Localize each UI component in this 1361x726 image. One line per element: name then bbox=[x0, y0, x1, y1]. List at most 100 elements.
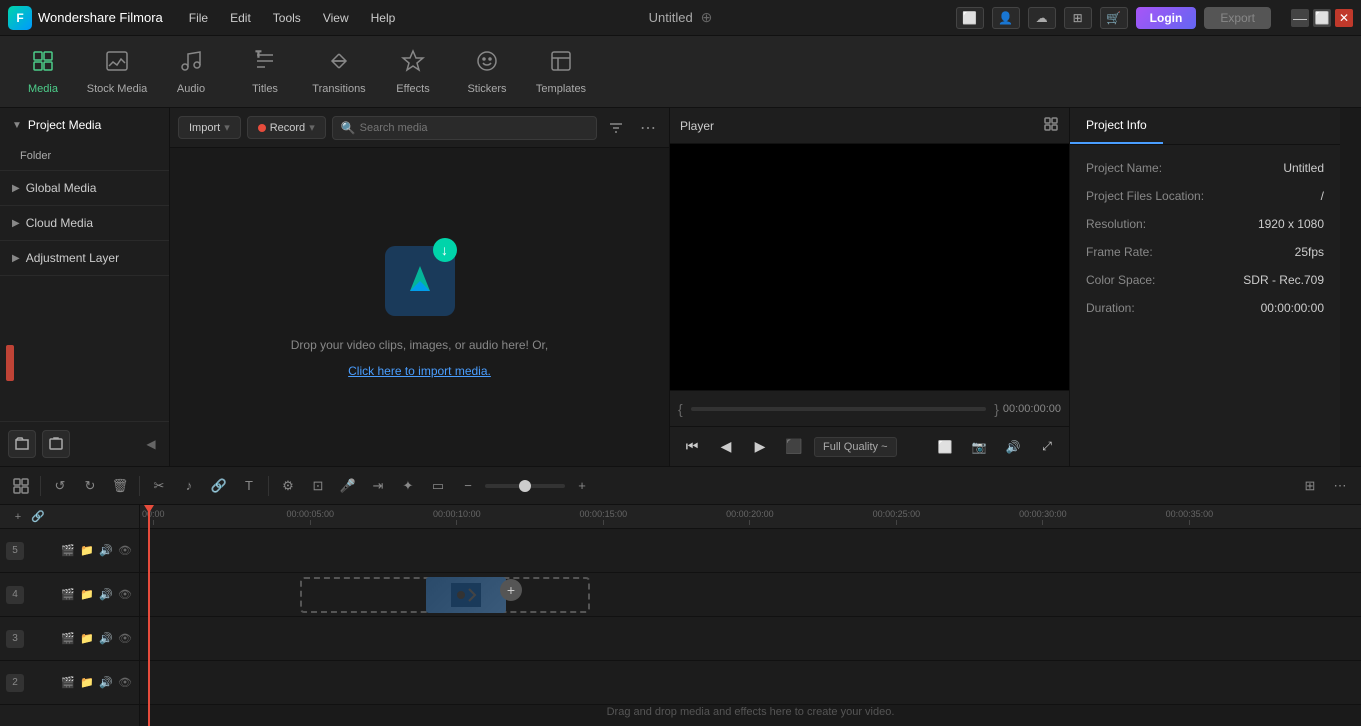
adjustment-layer-header[interactable]: ▶ Adjustment Layer bbox=[0, 241, 169, 275]
track-3-audio-icon[interactable]: 🔊 bbox=[98, 631, 114, 647]
cloud-icon[interactable]: ☁ bbox=[1028, 7, 1056, 29]
add-item-btn[interactable] bbox=[42, 430, 70, 458]
menu-edit[interactable]: Edit bbox=[220, 7, 261, 29]
volume-btn[interactable]: 🔊 bbox=[999, 433, 1027, 461]
cloud-media-header[interactable]: ▶ Cloud Media bbox=[0, 206, 169, 240]
drop-link[interactable]: Click here to import media. bbox=[348, 364, 491, 378]
menu-view[interactable]: View bbox=[313, 7, 359, 29]
track-5-folder-icon[interactable]: 📁 bbox=[79, 543, 95, 559]
toolbar-titles[interactable]: T Titles bbox=[230, 41, 300, 103]
tab-project-info[interactable]: Project Info bbox=[1070, 108, 1163, 144]
track-4-eye-icon[interactable]: 👁 bbox=[117, 587, 133, 603]
track-4-audio-icon[interactable]: 🔊 bbox=[98, 587, 114, 603]
track-5-eye-icon[interactable]: 👁 bbox=[117, 543, 133, 559]
close-button[interactable]: ✕ bbox=[1335, 9, 1353, 27]
media-clip[interactable] bbox=[426, 577, 506, 613]
track-row-5[interactable] bbox=[140, 529, 1361, 573]
zoom-out-btn[interactable]: − bbox=[455, 473, 481, 499]
project-location-label: Project Files Location: bbox=[1086, 189, 1204, 203]
track-row-3[interactable] bbox=[140, 617, 1361, 661]
delete-btn[interactable]: 🗑 bbox=[107, 473, 133, 499]
mask-btn[interactable]: ▭ bbox=[425, 473, 451, 499]
maximize-button[interactable]: ⬜ bbox=[1313, 9, 1331, 27]
menu-file[interactable]: File bbox=[179, 7, 218, 29]
player-settings-icon[interactable] bbox=[1043, 116, 1059, 135]
track-row-2[interactable] bbox=[140, 661, 1361, 705]
menu-tools[interactable]: Tools bbox=[263, 7, 311, 29]
toolbar-transitions[interactable]: Transitions bbox=[304, 41, 374, 103]
zoom-track[interactable] bbox=[485, 484, 565, 488]
audio-clip-btn[interactable]: ♪ bbox=[176, 473, 202, 499]
color-correction-btn[interactable]: ⚙ bbox=[275, 473, 301, 499]
timeline-tracks[interactable]: 00:00 00:00:05:00 00:00:10:00 00:00:15:0… bbox=[140, 505, 1361, 726]
track-3-folder-icon[interactable]: 📁 bbox=[79, 631, 95, 647]
text-btn[interactable]: T bbox=[236, 473, 262, 499]
voice-btn[interactable]: 🎤 bbox=[335, 473, 361, 499]
track-2-eye-icon[interactable]: 👁 bbox=[117, 675, 133, 691]
link-btn[interactable]: 🔗 bbox=[206, 473, 232, 499]
toolbar-effects[interactable]: Effects bbox=[378, 41, 448, 103]
track-2-film-icon[interactable]: 🎬 bbox=[60, 675, 76, 691]
collapse-panel-btn[interactable]: ◀ bbox=[141, 430, 161, 458]
split-btn[interactable]: ✂ bbox=[146, 473, 172, 499]
track-2-audio-icon[interactable]: 🔊 bbox=[98, 675, 114, 691]
undo-btn[interactable]: ↺ bbox=[47, 473, 73, 499]
layout-btn[interactable]: ⊞ bbox=[1297, 473, 1323, 499]
zoom-in-btn[interactable]: + bbox=[569, 473, 595, 499]
filter-icon[interactable] bbox=[603, 115, 629, 141]
settings-btn[interactable]: ⋯ bbox=[1327, 473, 1353, 499]
cart-icon[interactable]: 🛒 bbox=[1100, 7, 1128, 29]
player-timeline-slider[interactable] bbox=[691, 407, 987, 411]
bracket-right[interactable]: } bbox=[994, 401, 999, 417]
track-row-4[interactable]: + bbox=[140, 573, 1361, 617]
add-track-btn[interactable] bbox=[8, 473, 34, 499]
add-folder-btn[interactable] bbox=[8, 430, 36, 458]
monitor-icon[interactable]: ⬜ bbox=[956, 7, 984, 29]
drop-zone[interactable]: ↓ Drop your video clips, images, or audi… bbox=[170, 148, 669, 466]
login-button[interactable]: Login bbox=[1136, 7, 1197, 29]
toolbar-stickers[interactable]: Stickers bbox=[452, 41, 522, 103]
track-3-film-icon[interactable]: 🎬 bbox=[60, 631, 76, 647]
toolbar-media[interactable]: Media bbox=[8, 41, 78, 103]
magnet-btn[interactable]: 🔗 bbox=[28, 507, 48, 527]
track-3-eye-icon[interactable]: 👁 bbox=[117, 631, 133, 647]
toolbar-templates[interactable]: Templates bbox=[526, 41, 596, 103]
crop-btn[interactable]: ⊡ bbox=[305, 473, 331, 499]
people-icon[interactable]: 👤 bbox=[992, 7, 1020, 29]
global-media-header[interactable]: ▶ Global Media bbox=[0, 171, 169, 205]
import-button[interactable]: Import ▾ bbox=[178, 116, 241, 139]
track-2-folder-icon[interactable]: 📁 bbox=[79, 675, 95, 691]
speed-btn[interactable]: ⇥ bbox=[365, 473, 391, 499]
fullscreen-btn[interactable]: ⤢ bbox=[1033, 433, 1061, 461]
step-back-btn[interactable]: ⏮ bbox=[678, 433, 706, 461]
stabilize-btn[interactable]: ✦ bbox=[395, 473, 421, 499]
stop-btn[interactable]: ⬛ bbox=[780, 433, 808, 461]
play-back-btn[interactable]: ◀ bbox=[712, 433, 740, 461]
quality-button[interactable]: Full Quality ~ bbox=[814, 437, 897, 457]
track-5-film-icon[interactable]: 🎬 bbox=[60, 543, 76, 559]
playhead[interactable] bbox=[148, 505, 150, 726]
snapshot-btn[interactable]: 📷 bbox=[965, 433, 993, 461]
menu-help[interactable]: Help bbox=[361, 7, 406, 29]
track-4-folder-icon[interactable]: 📁 bbox=[79, 587, 95, 603]
export-button[interactable]: Export bbox=[1204, 7, 1271, 29]
zoom-thumb[interactable] bbox=[519, 480, 531, 492]
track-5-audio-icon[interactable]: 🔊 bbox=[98, 543, 114, 559]
screen-mode-btn[interactable]: ⬜ bbox=[931, 433, 959, 461]
record-button[interactable]: Record ▾ bbox=[247, 116, 326, 139]
search-input[interactable] bbox=[360, 122, 588, 134]
toolbar-audio[interactable]: Audio bbox=[156, 41, 226, 103]
toolbar-stock-media[interactable]: Stock Media bbox=[82, 41, 152, 103]
folder-item[interactable]: Folder bbox=[0, 142, 169, 170]
play-btn[interactable]: ▶ bbox=[746, 433, 774, 461]
more-options-icon[interactable]: ⋯ bbox=[635, 115, 661, 141]
search-box[interactable]: 🔍 bbox=[332, 116, 597, 140]
grid-icon[interactable]: ⊞ bbox=[1064, 7, 1092, 29]
bracket-left[interactable]: { bbox=[678, 401, 683, 417]
project-media-header[interactable]: ▼ Project Media bbox=[0, 108, 169, 142]
add-media-btn[interactable]: + bbox=[8, 507, 28, 527]
track-4-film-icon[interactable]: 🎬 bbox=[60, 587, 76, 603]
minimize-button[interactable]: — bbox=[1291, 9, 1309, 27]
add-clip-btn[interactable]: + bbox=[500, 579, 522, 601]
redo-btn[interactable]: ↻ bbox=[77, 473, 103, 499]
